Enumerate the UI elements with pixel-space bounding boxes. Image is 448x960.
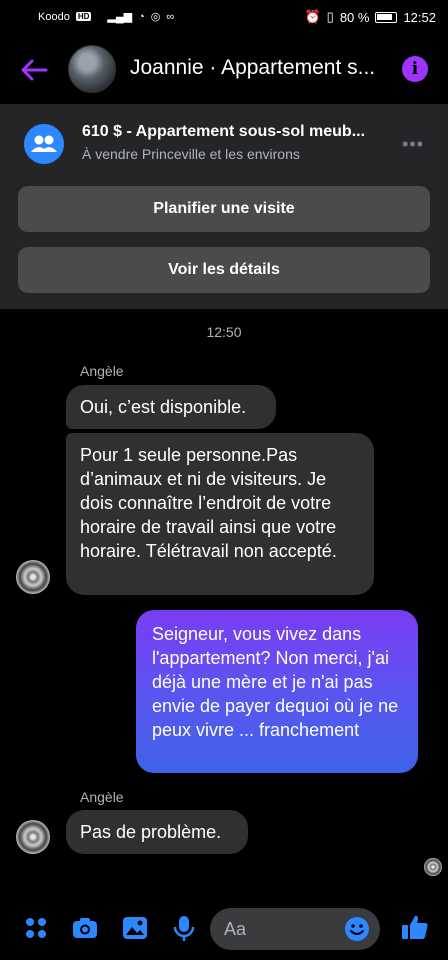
listing-title[interactable]: 610 $ - Appartement sous-sol meub... (82, 123, 382, 141)
sender-name: Angèle (80, 363, 124, 379)
emoji-icon[interactable] (344, 916, 370, 942)
carrier-label: Koodo (38, 10, 70, 23)
incoming-message[interactable]: Pas de problème. (66, 810, 248, 854)
voicemail-icon: ∞ (166, 10, 175, 23)
composer-bar: Aa (0, 900, 448, 960)
camera-icon[interactable] (71, 914, 99, 942)
wifi-icon: ◔ (138, 10, 145, 23)
more-options-icon[interactable]: ••• (402, 134, 424, 155)
messenger-status-icon: ◎ (150, 11, 161, 23)
apps-grid-icon[interactable] (22, 914, 50, 942)
microphone-icon[interactable] (170, 914, 198, 942)
read-receipt-avatar (424, 858, 442, 876)
info-icon[interactable]: i (402, 56, 428, 82)
conversation-title[interactable]: Joannie · Appartement s... (130, 56, 380, 80)
outgoing-message[interactable]: Seigneur, vous vivez dans l'appartement?… (136, 610, 418, 773)
incoming-message[interactable]: Oui, c’est disponible. (66, 385, 276, 429)
gallery-icon[interactable] (121, 914, 149, 942)
view-details-button[interactable]: Voir les détails (18, 247, 430, 293)
thumbs-up-icon[interactable] (400, 912, 430, 942)
conversation-header: Joannie · Appartement s... i (0, 36, 448, 104)
alarm-icon: ⏰ (304, 9, 321, 24)
back-arrow-icon[interactable] (18, 54, 50, 86)
sender-avatar[interactable] (16, 560, 50, 594)
hd-badge: HD (75, 12, 92, 21)
conversation-avatar[interactable] (68, 45, 116, 93)
battery-icon (375, 11, 398, 23)
clock: 12:52 (403, 9, 436, 25)
battery-percent: 80 % (339, 9, 370, 25)
schedule-visit-button[interactable]: Planifier une visite (18, 186, 430, 232)
vibrate-icon: ▯ (326, 9, 334, 24)
group-icon (24, 124, 64, 164)
incoming-message[interactable]: Pour 1 seule personne.Pas d’animaux et n… (66, 433, 374, 595)
listing-panel: 610 $ - Appartement sous-sol meub... À v… (0, 104, 448, 309)
message-input[interactable]: Aa (210, 908, 380, 950)
signal-icon: ▂▄▆ (107, 11, 133, 23)
sender-avatar[interactable] (16, 820, 50, 854)
message-input-placeholder: Aa (224, 919, 247, 939)
sender-name: Angèle (80, 789, 124, 805)
status-bar: Koodo HD ▂▄▆ ◔ ◎ ∞ ⏰ ▯ 80 % 12:52 (0, 0, 448, 36)
listing-subtitle: À vendre Princeville et les environs (82, 146, 300, 162)
message-timestamp: 12:50 (206, 324, 242, 340)
